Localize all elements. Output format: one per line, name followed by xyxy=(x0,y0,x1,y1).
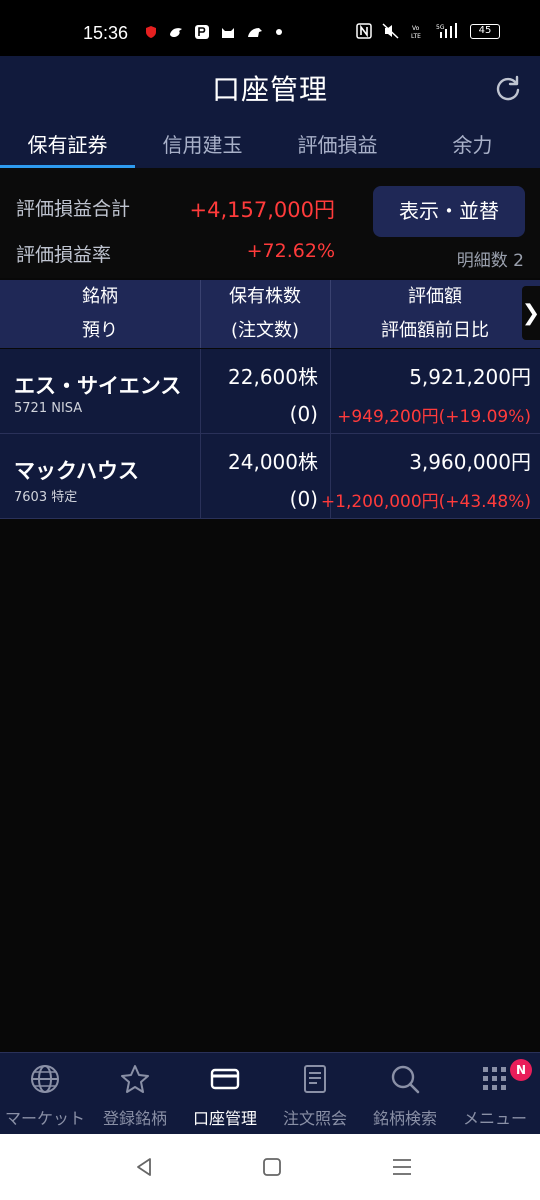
shares-held: 24,000株 xyxy=(228,450,318,474)
total-pl-label: 評価損益合計 xyxy=(16,198,131,220)
nav-search[interactable]: 銘柄検索 xyxy=(360,1053,450,1135)
bird-icon xyxy=(170,28,182,37)
header-orders: (注文数) xyxy=(230,320,300,341)
nav-orders[interactable]: 注文照会 xyxy=(270,1053,360,1135)
table-row[interactable]: エス・サイエンス 5721 NISA 22,600株 (0) 5,921,200… xyxy=(0,349,540,434)
nav-label: マーケット xyxy=(4,1109,85,1128)
pl-rate-label: 評価損益率 xyxy=(16,244,112,266)
nav-watchlist[interactable]: 登録銘柄 xyxy=(90,1053,180,1135)
tab-buying-power[interactable]: 余力 xyxy=(405,126,540,166)
nav-label: 口座管理 xyxy=(192,1109,257,1128)
dot-icon xyxy=(276,29,282,35)
battery-icon: 45 xyxy=(470,23,500,39)
svg-text:5G: 5G xyxy=(436,24,445,31)
nav-market[interactable]: マーケット xyxy=(0,1053,90,1135)
header-divider xyxy=(330,280,331,348)
order-count: (0) xyxy=(289,402,318,426)
status-bar: 15:36 Vo LTE 5G 45 xyxy=(0,0,540,56)
nav-label: メニュー xyxy=(462,1109,527,1128)
notification-icons xyxy=(144,24,284,40)
header-value-change: 評価額前日比 xyxy=(381,320,489,341)
home-icon[interactable] xyxy=(262,1157,282,1177)
page-title: 口座管理 xyxy=(211,73,328,106)
notification-badge: N xyxy=(510,1059,532,1081)
svg-text:LTE: LTE xyxy=(411,33,421,39)
chevron-right-icon[interactable]: ❯ xyxy=(522,286,540,340)
status-time: 15:36 xyxy=(83,23,129,43)
cell-divider xyxy=(330,349,331,433)
search-icon xyxy=(391,1065,420,1094)
tab-valuation[interactable]: 評価損益 xyxy=(270,126,405,166)
cell-divider xyxy=(200,434,201,518)
tab-bar: 保有証券 信用建玉 評価損益 余力 xyxy=(0,126,540,168)
nav-account[interactable]: 口座管理 xyxy=(180,1053,270,1135)
stock-name: マックハウス xyxy=(14,459,139,483)
nav-label: 銘柄検索 xyxy=(372,1109,437,1128)
tab-holdings[interactable]: 保有証券 xyxy=(0,126,135,168)
valuation-change: +949,200円(+19.09%) xyxy=(337,407,531,427)
tab-margin-positions[interactable]: 信用建玉 xyxy=(135,126,270,166)
valuation: 3,960,000円 xyxy=(409,450,531,474)
stock-code: 7603 特定 xyxy=(14,490,78,505)
table-row[interactable]: マックハウス 7603 特定 24,000株 (0) 3,960,000円 +1… xyxy=(0,434,540,519)
back-icon[interactable] xyxy=(133,1156,155,1178)
nav-menu[interactable]: N メニュー xyxy=(450,1053,540,1135)
cell-divider xyxy=(200,349,201,433)
valuation-change: +1,200,000円(+43.48%) xyxy=(320,492,531,512)
svg-text:Vo: Vo xyxy=(412,25,420,32)
display-sort-button[interactable]: 表示・並替 xyxy=(373,186,525,237)
shares-held: 22,600株 xyxy=(228,365,318,389)
header-divider xyxy=(200,280,201,348)
nav-label: 注文照会 xyxy=(282,1109,347,1128)
grid-icon xyxy=(483,1067,506,1090)
valuation: 5,921,200円 xyxy=(409,365,531,389)
signal-icon: 5G xyxy=(436,23,457,38)
total-pl-value: +4,157,000円 xyxy=(189,198,335,222)
system-icons: Vo LTE 5G 45 xyxy=(356,23,500,39)
shield-icon xyxy=(146,26,156,38)
document-icon xyxy=(304,1065,326,1093)
mute-icon xyxy=(382,23,399,39)
nav-label: 登録銘柄 xyxy=(102,1109,167,1128)
system-nav-bar xyxy=(0,1134,540,1200)
paypay-icon xyxy=(195,25,209,39)
header-value: 評価額 xyxy=(408,286,462,307)
stock-name: エス・サイエンス xyxy=(14,374,182,398)
header-stock: 銘柄 xyxy=(82,286,118,307)
header-account: 預り xyxy=(82,320,118,341)
recents-icon[interactable] xyxy=(391,1157,413,1177)
pl-rate-value: +72.62% xyxy=(246,240,335,262)
refresh-icon[interactable] xyxy=(494,74,522,102)
volte-icon: VoLTE xyxy=(411,25,421,39)
order-count: (0) xyxy=(289,487,318,511)
nfc-icon xyxy=(356,23,372,39)
star-icon xyxy=(121,1065,149,1093)
detail-count: 明細数 2 xyxy=(456,251,524,271)
cat-icon xyxy=(222,28,234,38)
card-icon xyxy=(210,1068,240,1090)
globe-icon xyxy=(31,1065,59,1093)
header-shares: 保有株数 xyxy=(229,286,301,307)
horse-icon xyxy=(248,28,262,37)
bottom-nav: マーケット 登録銘柄 口座管理 注文照会 銘柄検索 N メニュー xyxy=(0,1052,540,1135)
stock-code: 5721 NISA xyxy=(14,401,83,416)
